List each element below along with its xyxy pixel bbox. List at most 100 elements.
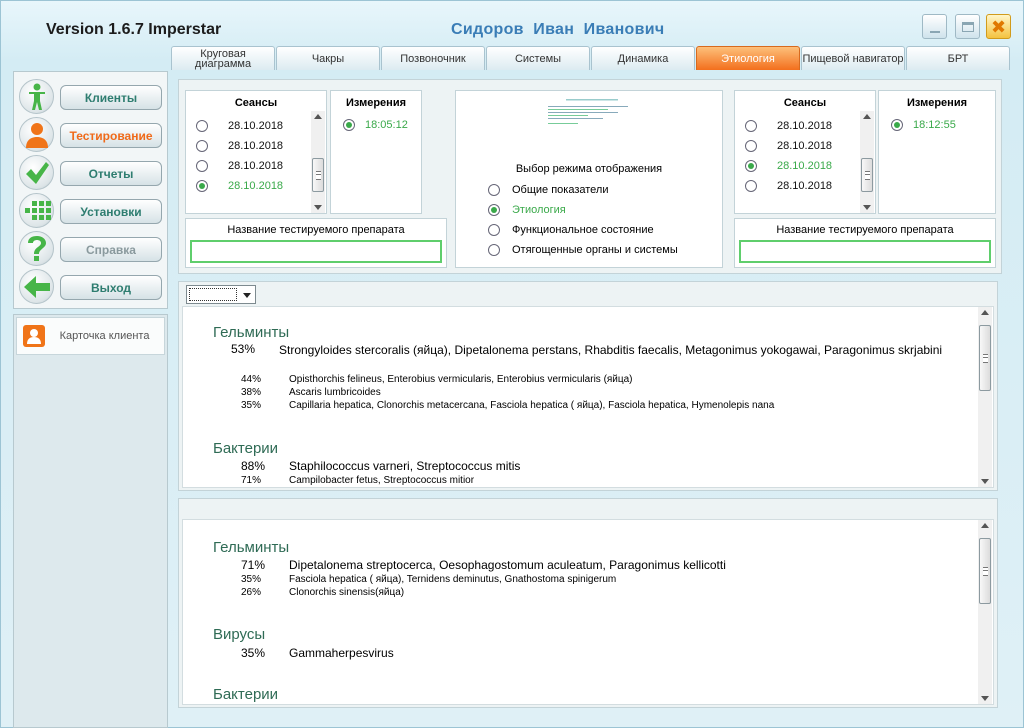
client-card-item[interactable]: Карточка клиента bbox=[16, 317, 165, 355]
right-sessions-title: Сеансы bbox=[783, 97, 827, 109]
left-session-row-2[interactable]: 28.10.2018 bbox=[196, 157, 283, 175]
right-session-row-3[interactable]: 28.10.2018 bbox=[745, 177, 832, 195]
mode-label-etiology: Этиология bbox=[512, 204, 566, 216]
scroll-up-arrow-icon[interactable] bbox=[981, 523, 989, 528]
result-percent: 71% bbox=[241, 475, 262, 486]
nav-row-settings: Установки bbox=[18, 193, 166, 228]
right-session-date-2: 28.10.2018 bbox=[777, 160, 833, 172]
right-session-date-1: 28.10.2018 bbox=[777, 140, 833, 152]
clients-button[interactable]: Клиенты bbox=[60, 85, 162, 110]
mode-radio-functional[interactable] bbox=[488, 224, 500, 236]
right-measurement-row[interactable]: 18:12:55 bbox=[891, 119, 956, 131]
scroll-down-arrow-icon[interactable] bbox=[981, 479, 989, 484]
result-text: Ascaris lumbricoides bbox=[289, 387, 381, 398]
left-session-radio-3[interactable] bbox=[196, 180, 208, 192]
left-session-date-0: 28.10.2018 bbox=[228, 120, 284, 132]
mode-option-burdened[interactable]: Отягощенные органы и системы bbox=[488, 241, 678, 259]
right-measurement-radio[interactable] bbox=[891, 119, 903, 131]
tab-spine[interactable]: Позвоночник bbox=[381, 46, 485, 70]
right-session-row-2[interactable]: 28.10.2018 bbox=[745, 157, 832, 175]
tab-etiology[interactable]: Этиология bbox=[696, 46, 800, 70]
left-session-row-3[interactable]: 28.10.2018 bbox=[196, 177, 283, 195]
result-text: Clonorchis sinensis(яйца) bbox=[289, 587, 405, 598]
results-filter-dropdown[interactable] bbox=[186, 285, 256, 304]
tab-brt[interactable]: БРТ bbox=[906, 46, 1010, 70]
patient-name: Сидоров Иван Иванович bbox=[451, 21, 665, 38]
left-session-row-1[interactable]: 28.10.2018 bbox=[196, 137, 283, 155]
right-drug-input[interactable] bbox=[739, 240, 991, 263]
left-drug-panel: Название тестируемого препарата bbox=[185, 218, 447, 268]
left-session-radio-1[interactable] bbox=[196, 140, 208, 152]
grid-icon[interactable] bbox=[19, 193, 54, 228]
right-session-radio-1[interactable] bbox=[745, 140, 757, 152]
scroll-thumb[interactable] bbox=[979, 538, 991, 604]
results-section-2: Гельминты 71% Dipetalonema streptocerca, … bbox=[178, 498, 998, 708]
right-drug-panel: Название тестируемого препарата bbox=[734, 218, 996, 268]
scroll-thumb[interactable] bbox=[979, 325, 991, 391]
close-button[interactable]: ✖ bbox=[986, 14, 1011, 39]
settings-button[interactable]: Установки bbox=[60, 199, 162, 224]
tab-dynamics[interactable]: Динамика bbox=[591, 46, 695, 70]
selection-section: Сеансы 28.10.2018 28.10.2018 28.10.2018 … bbox=[178, 79, 1002, 274]
left-drug-input[interactable] bbox=[190, 240, 442, 263]
app-version-title: Version 1.6.7 Imperstar bbox=[46, 21, 222, 38]
left-session-row-0[interactable]: 28.10.2018 bbox=[196, 117, 283, 135]
title-bar: Version 1.6.7 Imperstar Сидоров Иван Ива… bbox=[1, 1, 1023, 45]
help-icon[interactable] bbox=[19, 231, 54, 266]
result-entry: 53% Strongyloides stercoralis (яйца), Dip… bbox=[193, 342, 963, 358]
right-session-radio-3[interactable] bbox=[745, 180, 757, 192]
exit-button[interactable]: Выход bbox=[60, 275, 162, 300]
right-sessions-scrollbar[interactable] bbox=[860, 111, 874, 213]
tab-food-navigator[interactable]: Пищевой навигатор bbox=[801, 46, 905, 70]
scroll-up-arrow-icon[interactable] bbox=[981, 310, 989, 315]
reports-button[interactable]: Отчеты bbox=[60, 161, 162, 186]
right-session-radio-0[interactable] bbox=[745, 120, 757, 132]
scroll-down-arrow-icon[interactable] bbox=[863, 205, 871, 210]
exit-arrow-icon[interactable] bbox=[19, 269, 54, 304]
right-session-date-3: 28.10.2018 bbox=[777, 180, 833, 192]
check-icon[interactable] bbox=[19, 155, 54, 190]
mode-option-general[interactable]: Общие показатели bbox=[488, 181, 609, 199]
scroll-up-arrow-icon[interactable] bbox=[863, 114, 871, 119]
scroll-down-arrow-icon[interactable] bbox=[981, 696, 989, 701]
result-percent: 71% bbox=[241, 558, 266, 572]
left-sessions-scrollbar[interactable] bbox=[311, 111, 325, 213]
scroll-thumb[interactable] bbox=[861, 158, 873, 192]
right-session-row-0[interactable]: 28.10.2018 bbox=[745, 117, 832, 135]
results2-scrollbar[interactable] bbox=[978, 520, 992, 704]
left-measurement-time: 18:05:12 bbox=[365, 119, 408, 131]
tab-bar: Круговая диаграмма Чакры Позвоночник Сис… bbox=[171, 46, 1011, 71]
right-measurements-panel: Измерения 18:12:55 bbox=[878, 90, 996, 214]
left-session-radio-2[interactable] bbox=[196, 160, 208, 172]
mode-radio-burdened[interactable] bbox=[488, 244, 500, 256]
mode-option-etiology[interactable]: Этиология bbox=[488, 201, 566, 219]
right-measurement-time: 18:12:55 bbox=[913, 119, 956, 131]
tab-chakras[interactable]: Чакры bbox=[276, 46, 380, 70]
scroll-down-arrow-icon[interactable] bbox=[314, 205, 322, 210]
help-button[interactable]: Справка bbox=[60, 237, 162, 262]
left-session-radio-0[interactable] bbox=[196, 120, 208, 132]
scroll-up-arrow-icon[interactable] bbox=[314, 114, 322, 119]
dropdown-focus-box bbox=[189, 288, 237, 301]
result-text: Capillaria hepatica, Clonorchis metacerc… bbox=[289, 400, 775, 411]
results1-scrollbar[interactable] bbox=[978, 307, 992, 487]
tab-systems[interactable]: Системы bbox=[486, 46, 590, 70]
left-measurement-radio[interactable] bbox=[343, 119, 355, 131]
result-percent: 26% bbox=[241, 587, 262, 598]
nav-row-reports: Отчеты bbox=[18, 155, 166, 190]
mode-label-general: Общие показатели bbox=[512, 184, 609, 196]
scroll-thumb[interactable] bbox=[312, 158, 324, 192]
maximize-button[interactable] bbox=[955, 14, 980, 39]
person-icon[interactable] bbox=[19, 79, 54, 114]
mode-radio-general[interactable] bbox=[488, 184, 500, 196]
left-measurement-row[interactable]: 18:05:12 bbox=[343, 119, 408, 131]
right-session-radio-2[interactable] bbox=[745, 160, 757, 172]
mode-radio-etiology[interactable] bbox=[488, 204, 500, 216]
nav-row-help: Справка bbox=[18, 231, 166, 266]
minimize-button[interactable] bbox=[922, 14, 947, 39]
user-orange-icon[interactable] bbox=[19, 117, 54, 152]
tab-pie-chart[interactable]: Круговая диаграмма bbox=[171, 46, 275, 70]
testing-button[interactable]: Тестирование bbox=[60, 123, 162, 148]
right-session-row-1[interactable]: 28.10.2018 bbox=[745, 137, 832, 155]
mode-option-functional[interactable]: Функциональное состояние bbox=[488, 221, 654, 239]
